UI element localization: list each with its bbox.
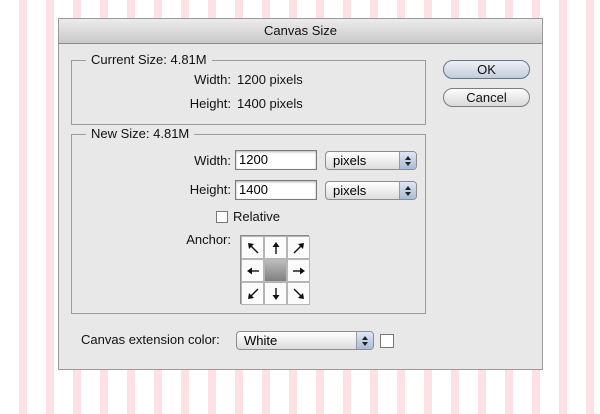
arrow-up-icon xyxy=(272,241,279,254)
anchor-bottom-right[interactable] xyxy=(287,282,310,305)
height-input[interactable]: 1400 xyxy=(235,180,317,200)
new-size-legend: New Size: 4.81M xyxy=(86,126,195,142)
current-size-legend: Current Size: 4.81M xyxy=(86,52,212,68)
anchor-bottom[interactable] xyxy=(264,282,287,305)
extension-color-label: Canvas extension color: xyxy=(81,332,220,347)
width-input[interactable]: 1200 xyxy=(235,150,317,170)
extension-color-select[interactable]: White xyxy=(236,331,374,350)
extension-color-swatch[interactable] xyxy=(380,334,394,348)
relative-label: Relative xyxy=(233,209,280,224)
arrow-down-left-icon xyxy=(247,288,258,299)
current-height-value: 1400 pixels xyxy=(237,96,303,111)
relative-checkbox[interactable] xyxy=(216,211,228,223)
current-height-label: Height: xyxy=(189,96,231,111)
arrow-up-right-icon xyxy=(293,242,304,253)
current-width-value: 1200 pixels xyxy=(237,72,303,87)
height-unit-stepper-icon xyxy=(399,182,416,199)
anchor-top-right[interactable] xyxy=(287,236,310,259)
width-unit-stepper-icon xyxy=(399,152,416,169)
arrow-down-icon xyxy=(272,287,279,300)
new-width-label: Width: xyxy=(194,153,231,168)
arrow-right-icon xyxy=(292,267,305,274)
arrow-up-left-icon xyxy=(247,242,258,253)
height-unit-select[interactable]: pixels xyxy=(325,181,417,200)
arrow-left-icon xyxy=(246,267,259,274)
new-height-label: Height: xyxy=(189,182,231,197)
anchor-right[interactable] xyxy=(287,259,310,282)
extension-color-stepper-icon xyxy=(356,332,373,349)
anchor-left[interactable] xyxy=(241,259,264,282)
current-size-group: Current Size: 4.81M xyxy=(71,52,426,125)
anchor-center[interactable] xyxy=(264,259,287,282)
dialog-title: Canvas Size xyxy=(59,19,542,44)
extension-color-value: White xyxy=(244,333,278,348)
cancel-button[interactable]: Cancel xyxy=(443,88,530,107)
height-unit-value: pixels xyxy=(333,183,367,198)
ok-button[interactable]: OK xyxy=(443,60,530,79)
canvas-size-dialog: Canvas Size Current Size: 4.81M Width: 1… xyxy=(58,18,543,370)
anchor-top[interactable] xyxy=(264,236,287,259)
anchor-label: Anchor: xyxy=(186,232,231,247)
current-width-label: Width: xyxy=(194,72,231,87)
width-unit-select[interactable]: pixels xyxy=(325,151,417,170)
anchor-grid xyxy=(240,235,310,305)
anchor-bottom-left[interactable] xyxy=(241,282,264,305)
arrow-down-right-icon xyxy=(293,288,304,299)
width-unit-value: pixels xyxy=(333,153,367,168)
anchor-top-left[interactable] xyxy=(241,236,264,259)
